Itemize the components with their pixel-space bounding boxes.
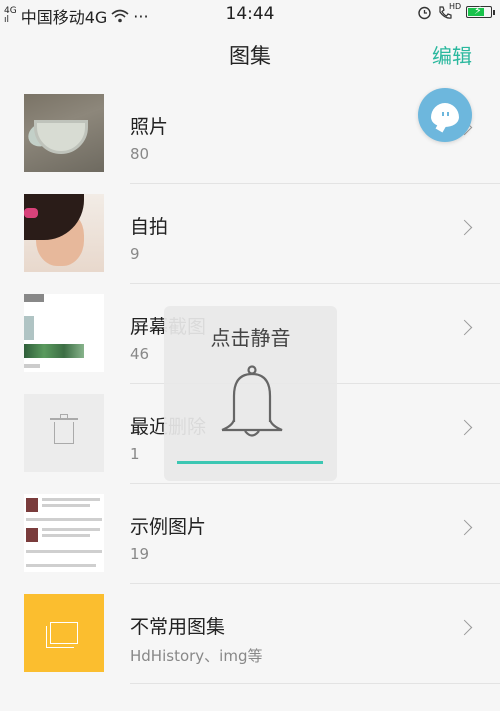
chevron-right-icon xyxy=(456,419,473,436)
album-thumbnail xyxy=(24,494,104,572)
album-thumbnail xyxy=(24,294,104,372)
hd-label: HD xyxy=(449,2,462,11)
album-name: 示例图片 xyxy=(130,516,207,538)
album-count: 80 xyxy=(130,145,150,163)
chevron-right-icon xyxy=(456,619,473,636)
mute-toast: 点击静音 xyxy=(164,306,337,481)
album-row-selfies[interactable]: 自拍 9 xyxy=(0,184,500,284)
battery-icon: ⚡ xyxy=(466,4,495,18)
chevron-right-icon xyxy=(456,219,473,236)
chevron-right-icon xyxy=(456,519,473,536)
album-count: 9 xyxy=(130,245,140,263)
album-name: 自拍 xyxy=(130,216,169,238)
toast-title: 点击静音 xyxy=(210,326,291,350)
assistant-bubble-icon xyxy=(431,103,459,127)
status-bar: 4G ıl 中国移动4G ··· 14:44 HD ⚡ xyxy=(0,0,500,28)
alarm-icon xyxy=(418,6,431,19)
chevron-right-icon xyxy=(456,319,473,336)
edit-button[interactable]: 编辑 xyxy=(432,40,472,69)
album-row-sample-images[interactable]: 示例图片 19 xyxy=(0,484,500,584)
album-row-uncommon[interactable]: 不常用图集 HdHistory、img等 xyxy=(0,584,500,684)
hd-call-icon: HD xyxy=(438,2,462,20)
album-thumbnail xyxy=(24,394,104,472)
album-thumbnail xyxy=(24,94,104,172)
bell-icon xyxy=(221,365,283,437)
album-count: 19 xyxy=(130,545,150,563)
album-name: 不常用图集 xyxy=(130,616,226,638)
album-thumbnail xyxy=(24,194,104,272)
page-title: 图集 xyxy=(229,44,271,68)
album-thumbnail xyxy=(24,594,104,672)
toast-progress-bar xyxy=(177,461,323,464)
album-name: 照片 xyxy=(130,116,169,138)
title-bar: 图集 编辑 xyxy=(0,28,500,80)
charging-icon: ⚡ xyxy=(474,4,482,17)
album-count: HdHistory、img等 xyxy=(130,647,263,665)
divider xyxy=(130,683,500,684)
floating-assistant-button[interactable] xyxy=(418,88,472,142)
